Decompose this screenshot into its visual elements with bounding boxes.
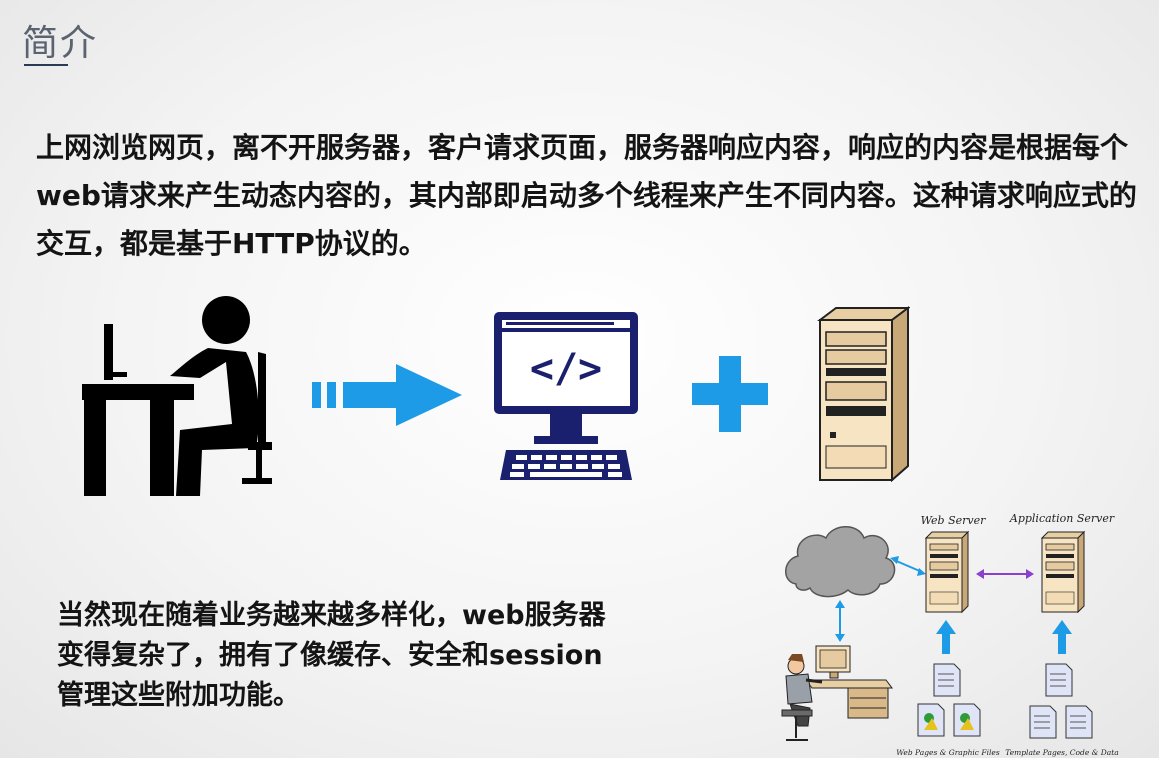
second-paragraph: 当然现在随着业务越来越多样化，web服务器 变得复杂了，拥有了像缓存、安全和se… [57,596,657,716]
computer-code-icon: </> [494,312,638,480]
cloud-icon [785,526,896,598]
user-at-desk-icon [82,296,272,496]
template-label: Template Pages, Code & Data [1005,748,1118,757]
title-underline [24,64,68,66]
intro-paragraph: 上网浏览网页，离不开服务器，客户请求页面，服务器响应内容，响应的内容是根据每个w… [36,131,1137,260]
up-arrow-icon [1052,620,1072,654]
plus-icon [692,356,768,432]
app-server-icon [1040,530,1086,614]
architecture-diagram: Web Server Application Server Web Pages … [781,512,1119,757]
second-paragraph-line: 当然现在随着业务越来越多样化，web服务器 [57,600,606,631]
web-files-label: Web Pages & Graphic Files [896,748,1000,757]
app-server-label: Application Server [1009,512,1115,525]
server-tower-icon [817,306,910,483]
slide-title: 简介 [22,23,99,64]
web-server-label: Web Server [921,514,986,527]
request-arrow-icon [312,364,462,426]
up-arrow-icon [936,620,956,654]
client-user-icon [781,645,893,741]
second-paragraph-line: 管理这些附加功能。 [57,680,300,711]
second-paragraph-line: 变得复杂了，拥有了像缓存、安全和session [57,640,603,671]
code-symbol: </> [530,346,602,392]
web-server-icon [924,530,970,614]
